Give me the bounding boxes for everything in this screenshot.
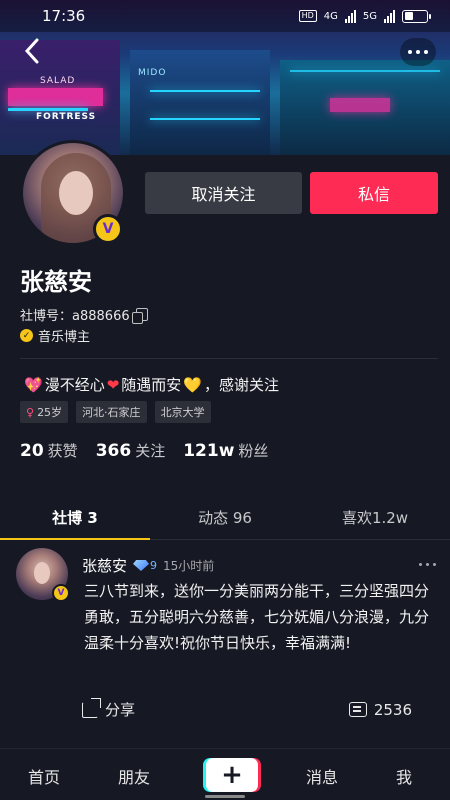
bio: 💖 漫不经心 ❤ 随遇而安 💛 ，感谢关注 bbox=[24, 374, 279, 395]
tab-posts[interactable]: 社博 3 bbox=[0, 498, 150, 540]
signal-icon bbox=[344, 9, 356, 23]
banner-sign-fortress: FORTRESS bbox=[36, 112, 97, 122]
post-time: 15小时前 bbox=[163, 559, 215, 573]
chevron-left-icon bbox=[24, 38, 39, 64]
post-actions: 分享 2536 bbox=[82, 697, 412, 720]
hd-icon: HD bbox=[298, 10, 317, 22]
role-row: ✓ 音乐博主 bbox=[20, 326, 90, 345]
nav-home[interactable]: 首页 bbox=[28, 764, 60, 788]
tab-activity[interactable]: 动态 96 bbox=[150, 498, 300, 539]
back-button[interactable] bbox=[22, 36, 54, 68]
nav-messages[interactable]: 消息 bbox=[306, 764, 338, 788]
stat-followers[interactable]: 121w 粉丝 bbox=[183, 440, 268, 461]
diamond-icon bbox=[133, 560, 150, 571]
unfollow-button[interactable]: 取消关注 bbox=[145, 172, 302, 214]
signal-icon-2 bbox=[384, 9, 395, 23]
bio-text-2: 随遇而安 bbox=[121, 376, 182, 394]
bio-text-3: ，感谢关注 bbox=[203, 376, 279, 394]
female-icon: ♀ bbox=[26, 405, 35, 419]
post-header: 张慈安 9 15小时前 bbox=[82, 555, 214, 576]
vip-badge: 9 bbox=[133, 559, 157, 572]
heart-icon: 💛 bbox=[183, 375, 202, 394]
check-badge-icon: ✓ bbox=[20, 329, 33, 342]
share-button[interactable]: 分享 bbox=[82, 697, 136, 720]
message-button[interactable]: 私信 bbox=[310, 172, 438, 214]
account-id-row: 社博号：a888666 bbox=[20, 305, 148, 324]
role-label: 音乐博主 bbox=[38, 330, 91, 345]
comment-icon bbox=[348, 702, 367, 717]
network-5g-icon: 5G bbox=[362, 10, 377, 22]
heart-icon: 💖 bbox=[24, 375, 43, 394]
tag-age: ♀ 25岁 bbox=[20, 401, 69, 423]
tag-school: 北京大学 bbox=[154, 401, 211, 423]
profile-tags: ♀ 25岁 河北·石家庄 北京大学 bbox=[20, 401, 211, 423]
banner-sign-salad: SALAD bbox=[40, 76, 76, 86]
copy-icon[interactable] bbox=[131, 308, 148, 324]
tab-likes[interactable]: 喜欢1.2w bbox=[300, 498, 450, 539]
nav-me[interactable]: 我 bbox=[396, 764, 412, 788]
status-time: 17:36 bbox=[42, 7, 86, 25]
share-icon bbox=[82, 697, 101, 718]
more-options-button[interactable] bbox=[400, 38, 436, 66]
stat-likes[interactable]: 20 获赞 bbox=[20, 440, 78, 461]
create-post-button[interactable]: + bbox=[206, 758, 258, 792]
post-more-button[interactable] bbox=[419, 563, 436, 566]
status-icons: HD 4G 5G bbox=[298, 9, 431, 23]
verified-badge-icon: V bbox=[52, 584, 70, 602]
stat-following[interactable]: 366 关注 bbox=[96, 440, 166, 461]
post-author[interactable]: 张慈安 bbox=[82, 555, 127, 576]
account-id-text: 社博号：a888666 bbox=[20, 309, 130, 324]
comment-count: 2536 bbox=[373, 700, 412, 719]
verified-badge-icon: V bbox=[93, 214, 123, 244]
network-4g-icon: 4G bbox=[323, 10, 338, 22]
banner-sign-mido: MIDO bbox=[138, 68, 167, 78]
status-bar: 17:36 HD 4G 5G bbox=[0, 0, 450, 32]
battery-icon bbox=[402, 9, 431, 23]
plus-icon: + bbox=[221, 760, 243, 790]
profile-stats: 20 获赞 366 关注 121w 粉丝 bbox=[20, 440, 268, 461]
heart-icon: ❤ bbox=[106, 375, 120, 394]
profile-name: 张慈安 bbox=[20, 268, 92, 296]
home-indicator bbox=[205, 795, 245, 798]
share-label: 分享 bbox=[105, 701, 136, 719]
divider bbox=[20, 358, 438, 359]
bottom-nav: 首页 朋友 + 消息 我 bbox=[0, 748, 450, 800]
nav-friends[interactable]: 朋友 bbox=[118, 764, 150, 788]
comment-button[interactable]: 2536 bbox=[348, 699, 412, 720]
tag-location: 河北·石家庄 bbox=[76, 401, 147, 423]
post-content: 三八节到来，送你一分美丽两分能干，三分坚强四分勇敢，五分聪明六分慈善，七分妩媚八… bbox=[84, 582, 430, 652]
content-tabs: 社博 3 动态 96 喜欢1.2w bbox=[0, 498, 450, 540]
bio-text-1: 漫不经心 bbox=[44, 376, 105, 394]
